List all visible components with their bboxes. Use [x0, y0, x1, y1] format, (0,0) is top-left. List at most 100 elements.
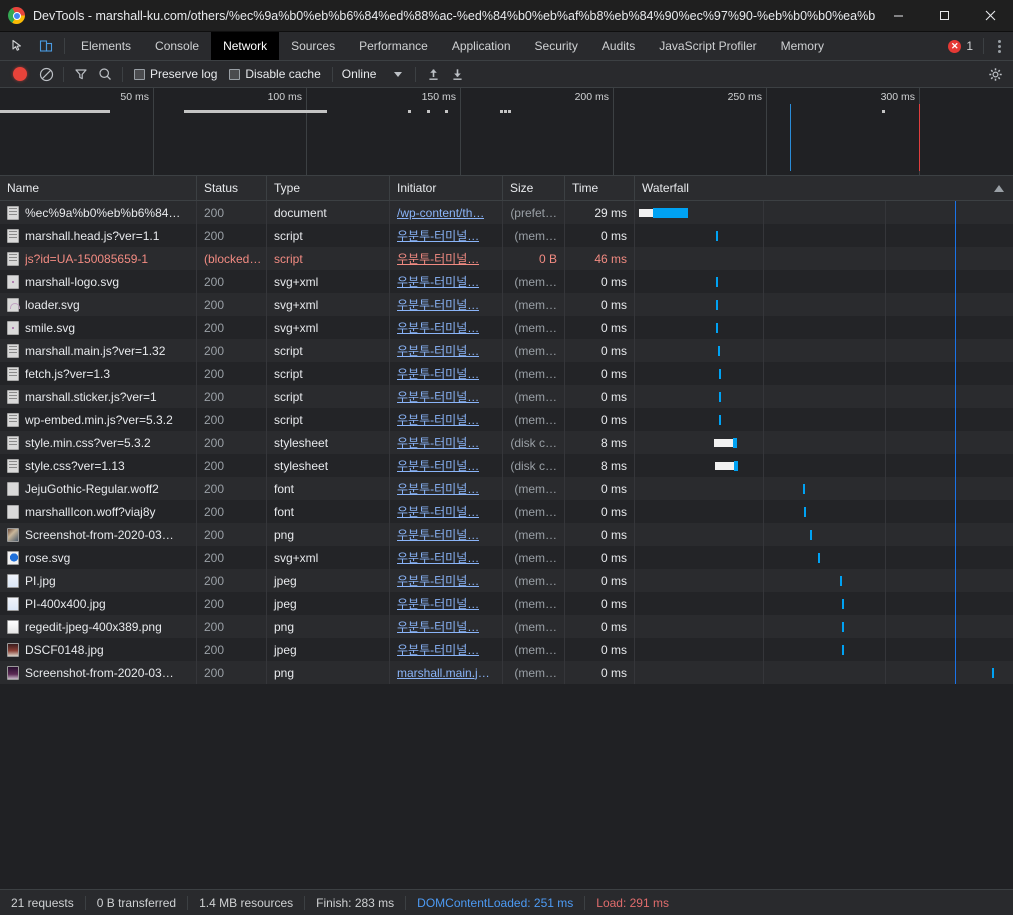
tab-sources[interactable]: Sources	[279, 32, 347, 60]
cell-size: (mem…	[503, 477, 565, 500]
initiator-link[interactable]: 우분투-터미널…	[397, 388, 479, 405]
tab-elements[interactable]: Elements	[69, 32, 143, 60]
waterfall-download-bar	[716, 277, 718, 287]
initiator-link[interactable]: 우분투-터미널…	[397, 250, 479, 267]
initiator-link[interactable]: 우분투-터미널…	[397, 434, 479, 451]
column-header-size[interactable]: Size	[503, 176, 565, 200]
overview-request-dot	[445, 110, 448, 113]
document-file-icon	[7, 206, 19, 220]
table-row[interactable]: DSCF0148.jpg200jpeg우분투-터미널…(mem…0 ms	[0, 638, 1013, 661]
table-row[interactable]: loader.svg200svg+xml우분투-터미널…(mem…0 ms	[0, 293, 1013, 316]
status-requests: 21 requests	[0, 896, 85, 910]
tab-application[interactable]: Application	[440, 32, 523, 60]
cell-type: svg+xml	[267, 270, 390, 293]
table-row[interactable]: js?id=UA-150085659-1(blocked…script우분투-터…	[0, 247, 1013, 270]
tab-console[interactable]: Console	[143, 32, 211, 60]
tab-javascript-profiler[interactable]: JavaScript Profiler	[647, 32, 768, 60]
request-name: DSCF0148.jpg	[25, 643, 104, 657]
gear-icon[interactable]	[983, 62, 1007, 86]
initiator-link[interactable]: 우분투-터미널…	[397, 273, 479, 290]
disable-cache-checkbox[interactable]: Disable cache	[223, 67, 326, 81]
table-row[interactable]: marshall.sticker.js?ver=1200script우분투-터미…	[0, 385, 1013, 408]
waterfall-gridline	[885, 270, 886, 293]
search-icon[interactable]	[93, 62, 117, 86]
throttling-select[interactable]: Online	[338, 67, 411, 81]
initiator-link[interactable]: 우분투-터미널…	[397, 296, 479, 313]
cell-initiator: 우분투-터미널…	[390, 523, 503, 546]
tab-audits[interactable]: Audits	[590, 32, 647, 60]
initiator-link[interactable]: 우분투-터미널…	[397, 319, 479, 336]
waterfall-domcontentloaded-line	[955, 224, 956, 247]
initiator-link[interactable]: 우분투-터미널…	[397, 342, 479, 359]
initiator-link[interactable]: 우분투-터미널…	[397, 480, 479, 497]
request-name: regedit-jpeg-400x389.png	[25, 620, 162, 634]
tab-performance[interactable]: Performance	[347, 32, 440, 60]
cell-status: 200	[197, 224, 267, 247]
cell-initiator: 우분투-터미널…	[390, 454, 503, 477]
table-row[interactable]: PI-400x400.jpg200jpeg우분투-터미널…(mem…0 ms	[0, 592, 1013, 615]
cell-type: png	[267, 615, 390, 638]
record-button[interactable]	[13, 67, 27, 81]
table-row[interactable]: marshallIcon.woff?viaj8y200font우분투-터미널…(…	[0, 500, 1013, 523]
minimize-button[interactable]	[875, 0, 921, 32]
waterfall-domcontentloaded-line	[955, 615, 956, 638]
initiator-link[interactable]: 우분투-터미널…	[397, 227, 479, 244]
table-row[interactable]: marshall.main.js?ver=1.32200script우분투-터미…	[0, 339, 1013, 362]
maximize-button[interactable]	[921, 0, 967, 32]
request-name: %ec%9a%b0%eb%b6%84…	[25, 206, 180, 220]
column-header-name[interactable]: Name	[0, 176, 197, 200]
table-row[interactable]: Screenshot-from-2020-03…200png우분투-터미널…(m…	[0, 523, 1013, 546]
column-header-initiator[interactable]: Initiator	[390, 176, 503, 200]
waterfall-domcontentloaded-line	[955, 270, 956, 293]
initiator-link[interactable]: 우분투-터미널…	[397, 618, 479, 635]
table-row[interactable]: fetch.js?ver=1.3200script우분투-터미널…(mem…0 …	[0, 362, 1013, 385]
initiator-link[interactable]: 우분투-터미널…	[397, 411, 479, 428]
initiator-link[interactable]: 우분투-터미널…	[397, 641, 479, 658]
column-header-time[interactable]: Time	[565, 176, 635, 200]
filter-icon[interactable]	[69, 62, 93, 86]
clear-icon[interactable]	[34, 62, 58, 86]
column-header-type[interactable]: Type	[267, 176, 390, 200]
overview-tick-line	[153, 88, 154, 175]
initiator-link[interactable]: 우분투-터미널…	[397, 549, 479, 566]
table-row[interactable]: JejuGothic-Regular.woff2200font우분투-터미널…(…	[0, 477, 1013, 500]
column-header-waterfall[interactable]: Waterfall	[635, 176, 1013, 200]
kebab-menu-icon[interactable]	[988, 32, 1010, 60]
table-row[interactable]: regedit-jpeg-400x389.png200png우분투-터미널…(m…	[0, 615, 1013, 638]
inspect-element-icon[interactable]	[4, 32, 32, 60]
cell-waterfall	[635, 569, 1013, 592]
initiator-link[interactable]: marshall.main.js…	[397, 666, 495, 680]
preserve-log-checkbox[interactable]: Preserve log	[128, 67, 223, 81]
device-toolbar-icon[interactable]	[32, 32, 60, 60]
table-row[interactable]: wp-embed.min.js?ver=5.3.2200script우분투-터미…	[0, 408, 1013, 431]
column-header-status[interactable]: Status	[197, 176, 267, 200]
table-row[interactable]: style.min.css?ver=5.3.2200stylesheet우분투-…	[0, 431, 1013, 454]
initiator-link[interactable]: 우분투-터미널…	[397, 365, 479, 382]
table-row[interactable]: marshall.head.js?ver=1.1200script우분투-터미널…	[0, 224, 1013, 247]
initiator-link[interactable]: 우분투-터미널…	[397, 572, 479, 589]
tab-network[interactable]: Network	[211, 32, 279, 60]
cell-name: Screenshot-from-2020-03…	[0, 523, 197, 546]
tab-security[interactable]: Security	[523, 32, 590, 60]
table-row[interactable]: rose.svg200svg+xml우분투-터미널…(mem…0 ms	[0, 546, 1013, 569]
network-status-bar: 21 requests 0 B transferred 1.4 MB resou…	[0, 889, 1013, 915]
initiator-link[interactable]: 우분투-터미널…	[397, 526, 479, 543]
export-har-icon[interactable]	[445, 62, 469, 86]
initiator-link[interactable]: 우분투-터미널…	[397, 457, 479, 474]
table-row[interactable]: style.css?ver=1.13200stylesheet우분투-터미널…(…	[0, 454, 1013, 477]
table-row[interactable]: PI.jpg200jpeg우분투-터미널…(mem…0 ms	[0, 569, 1013, 592]
tab-memory[interactable]: Memory	[769, 32, 836, 60]
close-button[interactable]	[967, 0, 1013, 32]
import-har-icon[interactable]	[421, 62, 445, 86]
error-badge[interactable]: ✕ 1	[942, 32, 979, 60]
cell-time: 29 ms	[565, 201, 635, 224]
table-row[interactable]: %ec%9a%b0%eb%b6%84…200document/wp-conten…	[0, 201, 1013, 224]
initiator-link[interactable]: 우분투-터미널…	[397, 595, 479, 612]
initiator-link[interactable]: /wp-content/th…	[397, 206, 484, 220]
initiator-link[interactable]: 우분투-터미널…	[397, 503, 479, 520]
table-row[interactable]: marshall-logo.svg200svg+xml우분투-터미널…(mem……	[0, 270, 1013, 293]
network-overview-timeline[interactable]: 50 ms100 ms150 ms200 ms250 ms300 ms	[0, 88, 1013, 176]
table-row[interactable]: Screenshot-from-2020-03…200pngmarshall.m…	[0, 661, 1013, 684]
waterfall-domcontentloaded-line	[955, 500, 956, 523]
table-row[interactable]: smile.svg200svg+xml우분투-터미널…(mem…0 ms	[0, 316, 1013, 339]
